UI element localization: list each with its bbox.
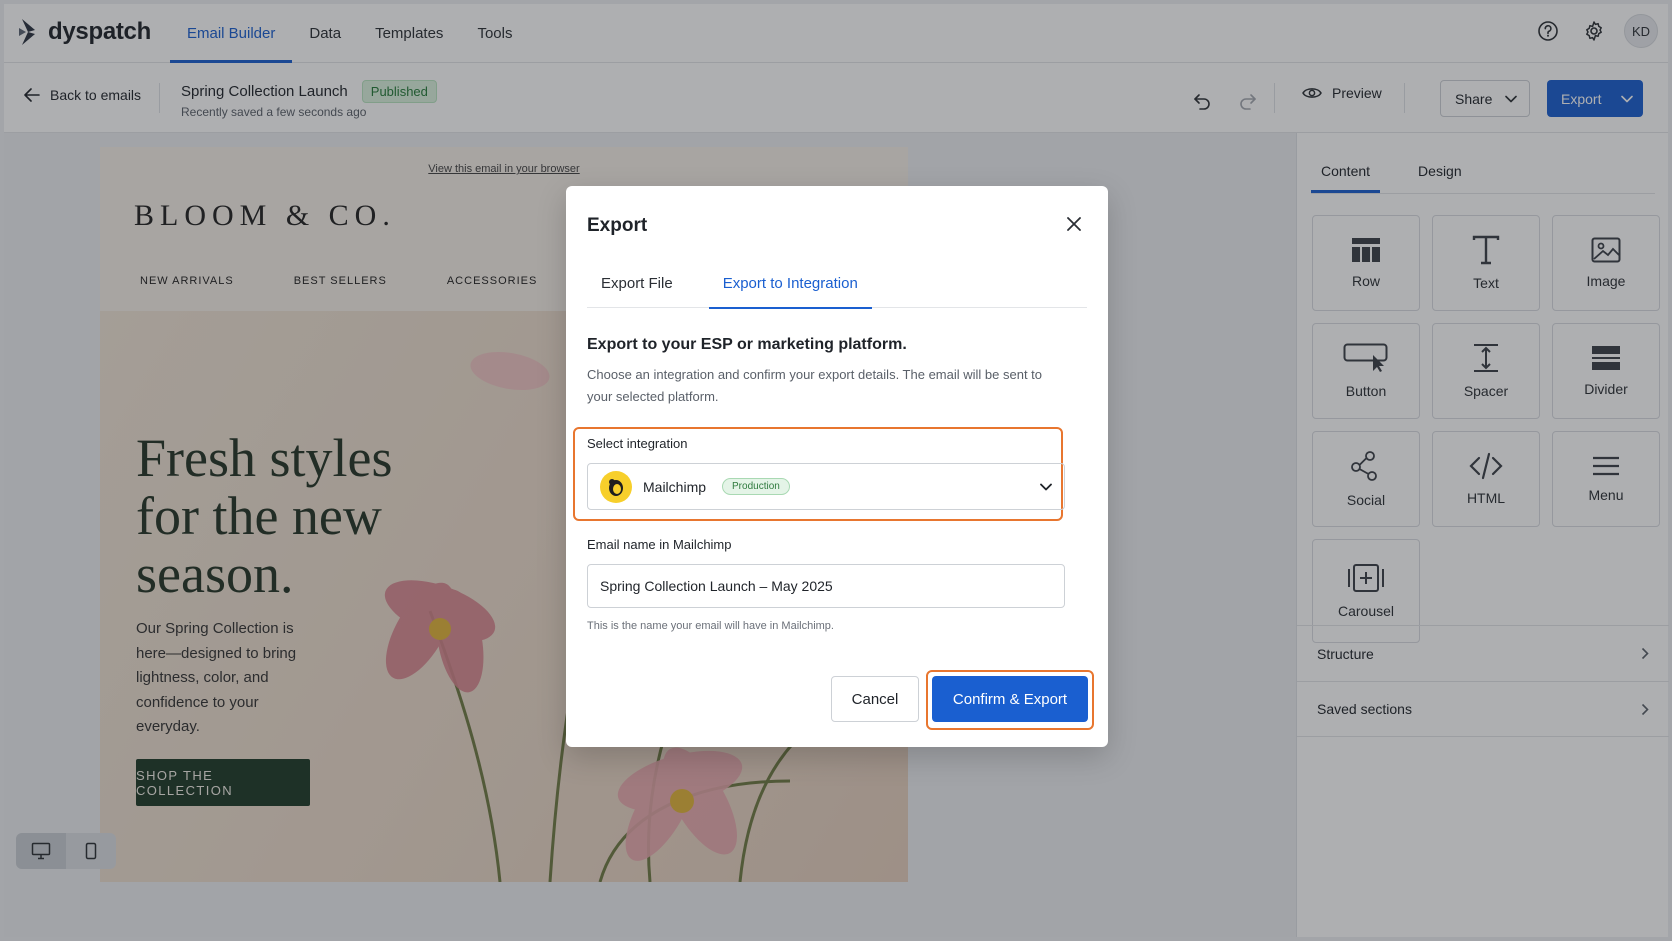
mailchimp-logo-icon xyxy=(600,470,632,503)
environment-badge: Production xyxy=(722,478,790,495)
export-dialog: Export Export File Export to Integration… xyxy=(566,186,1108,747)
dialog-title: Export xyxy=(587,215,648,236)
close-button[interactable] xyxy=(1062,212,1086,236)
email-name-input[interactable] xyxy=(587,564,1065,608)
integration-name: Mailchimp xyxy=(643,478,707,495)
tab-export-file[interactable]: Export File xyxy=(587,258,687,308)
email-name-hint: This is the name your email will have in… xyxy=(587,620,834,632)
integration-select[interactable]: Mailchimp Production xyxy=(587,463,1065,510)
section-description: Choose an integration and confirm your e… xyxy=(587,367,1043,404)
tab-export-to-integration[interactable]: Export to Integration xyxy=(708,258,872,309)
select-integration-label: Select integration xyxy=(587,436,688,451)
confirm-export-button[interactable]: Confirm & Export xyxy=(932,676,1088,722)
export-tabs: Export File Export to Integration xyxy=(587,258,1087,309)
cancel-button[interactable]: Cancel xyxy=(831,676,919,722)
close-icon xyxy=(1067,217,1081,231)
chevron-down-icon xyxy=(1040,483,1052,490)
email-name-label: Email name in Mailchimp xyxy=(587,537,732,552)
section-heading: Export to your ESP or marketing platform… xyxy=(587,336,907,353)
